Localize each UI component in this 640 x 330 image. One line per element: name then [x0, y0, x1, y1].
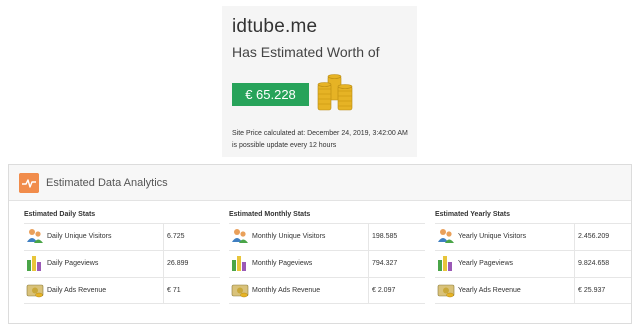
stat-label: Monthly Ads Revenue	[252, 287, 321, 294]
stat-label: Daily Unique Visitors	[47, 233, 112, 240]
stat-label: Monthly Unique Visitors	[252, 233, 326, 240]
worth-card: idtube.me Has Estimated Worth of € 65.22…	[222, 6, 417, 157]
stat-row: Monthly Unique Visitors 198.585	[229, 223, 425, 250]
stat-value: 794.327	[368, 251, 425, 277]
bar-chart-icon	[438, 256, 452, 271]
calculated-at-text: Site Price calculated at: December 24, 2…	[232, 130, 408, 137]
monthly-stats-column: Estimated Monthly Stats Monthly Unique V…	[229, 211, 425, 304]
stat-row: Daily Ads Revenue € 71	[24, 277, 220, 304]
stat-value: € 71	[163, 278, 220, 304]
stat-label: Yearly Unique Visitors	[458, 233, 527, 240]
money-icon	[437, 284, 455, 298]
analytics-panel: Estimated Data Analytics Estimated Daily…	[8, 164, 632, 324]
daily-stats-column: Estimated Daily Stats Daily Unique Visit…	[24, 211, 220, 304]
stat-value: 2.456.209	[574, 224, 631, 250]
gold-coins-icon	[317, 74, 353, 111]
stat-row: Monthly Ads Revenue € 2.097	[229, 277, 425, 304]
stat-label: Daily Ads Revenue	[47, 287, 107, 294]
column-title: Estimated Yearly Stats	[435, 211, 510, 218]
worth-subtitle: Has Estimated Worth of	[232, 44, 380, 60]
stat-row: Daily Pageviews 26.899	[24, 250, 220, 277]
stat-value: 26.899	[163, 251, 220, 277]
users-icon	[232, 229, 248, 243]
bar-chart-icon	[232, 256, 246, 271]
worth-amount-badge: € 65.228	[232, 83, 309, 106]
stat-value: € 2.097	[368, 278, 425, 304]
panel-header: Estimated Data Analytics	[9, 165, 631, 201]
column-title: Estimated Daily Stats	[24, 211, 96, 218]
users-icon	[27, 229, 43, 243]
stat-value: 198.585	[368, 224, 425, 250]
bar-chart-icon	[27, 256, 41, 271]
stat-value: 6.725	[163, 224, 220, 250]
panel-title: Estimated Data Analytics	[46, 177, 168, 189]
stat-row: Daily Unique Visitors 6.725	[24, 223, 220, 250]
yearly-stats-column: Estimated Yearly Stats Yearly Unique Vis…	[435, 211, 631, 304]
column-title: Estimated Monthly Stats	[229, 211, 311, 218]
domain-name: idtube.me	[232, 16, 318, 37]
calculation-info: Site Price calculated at: December 24, 2…	[232, 128, 408, 152]
stat-label: Daily Pageviews	[47, 260, 99, 267]
money-icon	[231, 284, 249, 298]
pulse-icon	[19, 173, 39, 193]
update-note-text: is possible update every 12 hours	[232, 142, 337, 149]
stat-label: Yearly Ads Revenue	[458, 287, 521, 294]
users-icon	[438, 229, 454, 243]
stat-value: 9.824.658	[574, 251, 631, 277]
stat-row: Yearly Unique Visitors 2.456.209	[435, 223, 631, 250]
stat-row: Yearly Ads Revenue € 25.937	[435, 277, 631, 304]
stat-value: € 25.937	[574, 278, 631, 304]
stat-row: Yearly Pageviews 9.824.658	[435, 250, 631, 277]
money-icon	[26, 284, 44, 298]
stat-label: Yearly Pageviews	[458, 260, 513, 267]
stat-row: Monthly Pageviews 794.327	[229, 250, 425, 277]
stat-label: Monthly Pageviews	[252, 260, 313, 267]
